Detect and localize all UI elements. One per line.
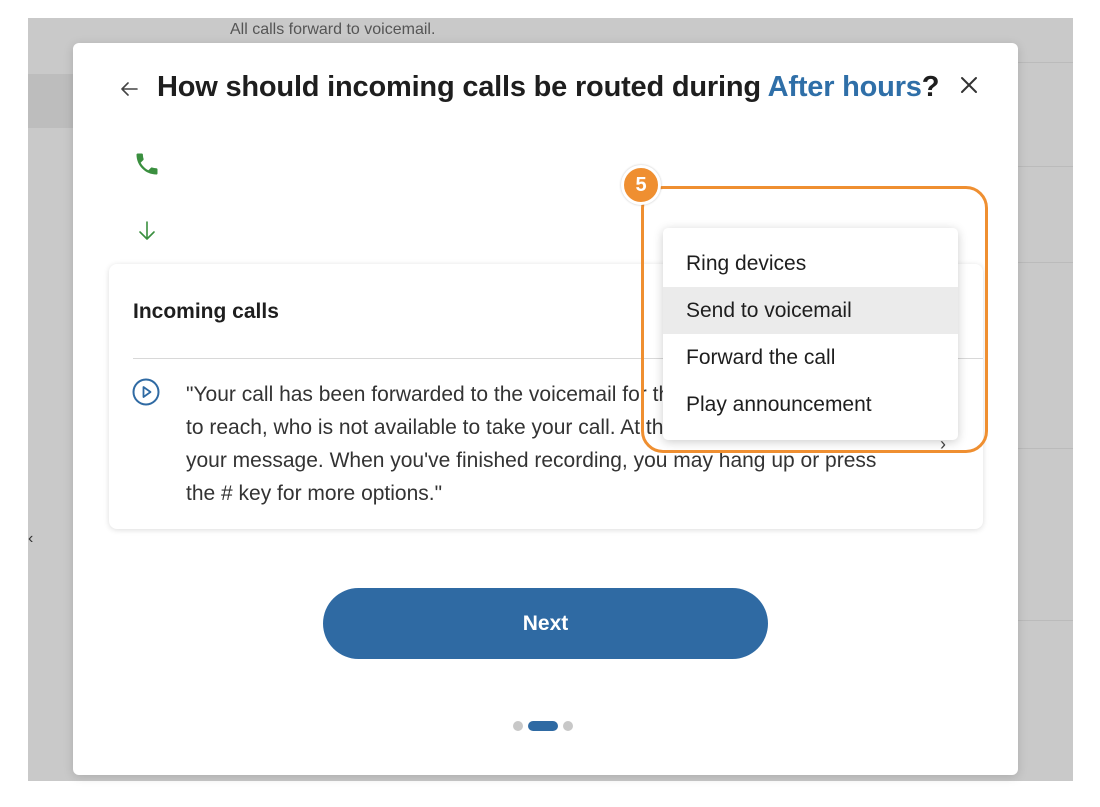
- pager-dot[interactable]: [563, 721, 573, 731]
- close-icon[interactable]: [957, 73, 981, 97]
- background-divider: [1018, 166, 1073, 167]
- dialog-title: How should incoming calls be routed duri…: [157, 71, 939, 104]
- background-divider: [1018, 620, 1073, 621]
- pager-dot[interactable]: [513, 721, 523, 731]
- background-divider: [1018, 448, 1073, 449]
- dialog-title-highlight: After hours: [767, 71, 922, 103]
- phone-icon: [133, 150, 161, 178]
- background-sidebar-band: [28, 74, 73, 128]
- annotation-highlight-box: [641, 186, 988, 453]
- dialog-title-prefix: How should incoming calls be routed duri…: [157, 71, 768, 103]
- background-status-text: All calls forward to voicemail.: [230, 21, 436, 38]
- pager-dot-active[interactable]: [528, 721, 558, 731]
- background-divider: [1018, 62, 1073, 63]
- card-title: Incoming calls: [133, 300, 279, 323]
- screen: All calls forward to voicemail. ‹ How sh…: [0, 0, 1100, 807]
- next-button[interactable]: Next: [323, 588, 768, 659]
- step-number-badge: 5: [621, 165, 661, 205]
- background-caret: ‹: [28, 530, 34, 547]
- arrow-left-icon[interactable]: [117, 77, 141, 101]
- arrow-down-icon: [135, 219, 159, 243]
- dialog-title-suffix: ?: [921, 71, 940, 103]
- background-divider: [1018, 262, 1073, 263]
- step-pager: [513, 720, 573, 732]
- play-circle-icon[interactable]: [131, 377, 161, 407]
